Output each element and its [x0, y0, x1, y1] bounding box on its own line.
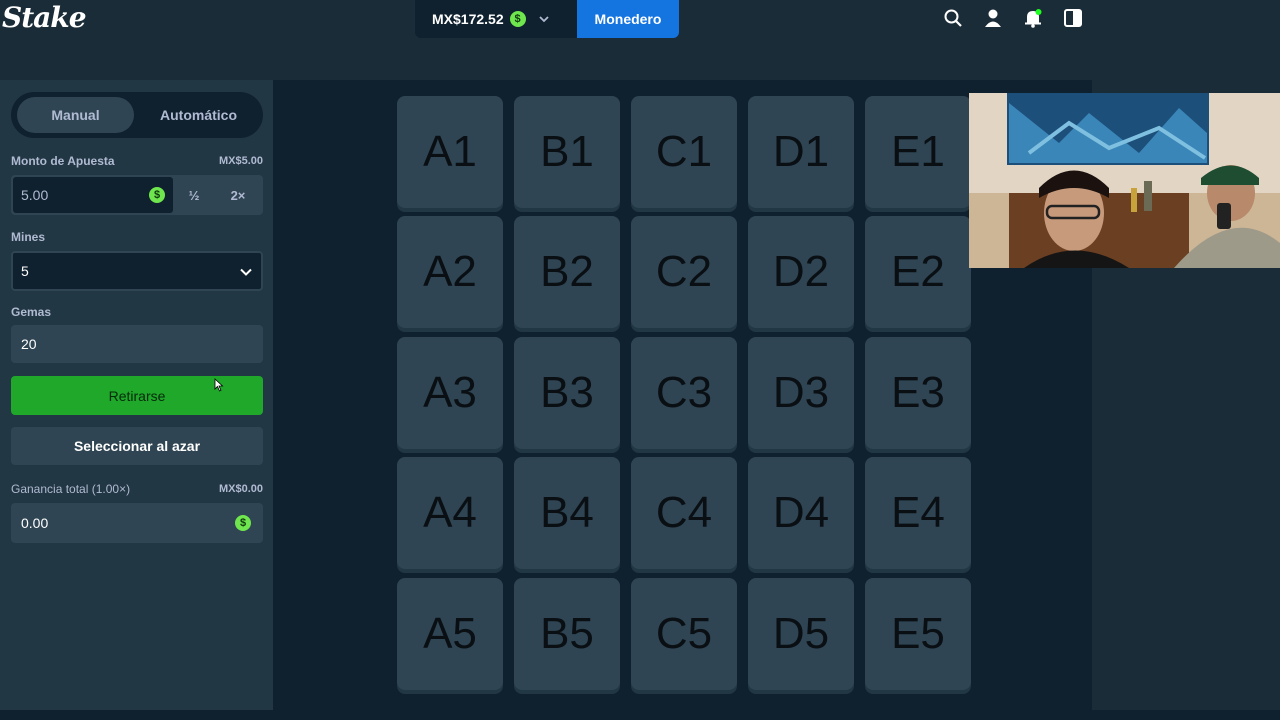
top-header: Stake MX$172.52 $ Monedero — [0, 0, 1280, 38]
mine-tile[interactable]: C2 — [631, 216, 737, 328]
coin-icon: $ — [509, 11, 526, 27]
chevron-down-icon — [538, 16, 549, 23]
mine-tile[interactable]: C1 — [631, 96, 737, 208]
mine-tile[interactable]: A4 — [397, 457, 503, 569]
mouse-cursor-icon — [214, 378, 224, 392]
bottom-bar — [0, 710, 1280, 720]
cashout-button[interactable]: Retirarse — [11, 376, 263, 415]
mine-tile[interactable]: D2 — [748, 216, 854, 328]
mine-tile[interactable]: E2 — [865, 216, 971, 328]
mine-tile[interactable]: C5 — [631, 578, 737, 690]
mine-tile[interactable]: C3 — [631, 337, 737, 449]
double-bet-button[interactable]: 2× — [216, 175, 260, 215]
balance-amount: MX$172.52 — [432, 11, 504, 27]
bet-amount-input[interactable]: 5.00 $ — [13, 177, 173, 213]
half-bet-button[interactable]: ½ — [172, 175, 216, 215]
mine-tile[interactable]: A3 — [397, 337, 503, 449]
mine-tile[interactable]: B2 — [514, 216, 620, 328]
webcam-overlay — [969, 93, 1280, 268]
chevron-down-icon — [240, 268, 252, 276]
total-profit-field: 0.00 $ — [11, 503, 263, 543]
tab-manual[interactable]: Manual — [17, 97, 134, 133]
mines-value: 5 — [21, 263, 29, 279]
total-profit-label: Ganancia total (1.00×) — [11, 482, 131, 496]
mine-tile[interactable]: E1 — [865, 96, 971, 208]
mine-tile[interactable]: E3 — [865, 337, 971, 449]
random-pick-button[interactable]: Seleccionar al azar — [11, 427, 263, 465]
mine-tile[interactable]: A5 — [397, 578, 503, 690]
user-icon[interactable] — [982, 7, 1004, 29]
notification-icon[interactable] — [1022, 7, 1044, 29]
mine-tile[interactable]: D1 — [748, 96, 854, 208]
mine-tile[interactable]: D4 — [748, 457, 854, 569]
wallet-button[interactable]: Monedero — [577, 0, 679, 38]
gems-label: Gemas — [11, 305, 52, 319]
mines-select[interactable]: 5 — [11, 251, 263, 291]
tab-automatic[interactable]: Automático — [140, 97, 257, 133]
bet-amount-currency: MX$5.00 — [218, 155, 263, 167]
mine-tile[interactable]: D3 — [748, 337, 854, 449]
mine-tile[interactable]: A2 — [397, 216, 503, 328]
mine-tile[interactable]: A1 — [397, 96, 503, 208]
bet-amount-label: Monto de Apuesta — [11, 154, 115, 168]
mine-tile[interactable]: B4 — [514, 457, 620, 569]
mine-tile[interactable]: C4 — [631, 457, 737, 569]
mine-tile[interactable]: B3 — [514, 337, 620, 449]
stake-logo[interactable]: Stake — [2, 0, 87, 38]
total-profit-value: 0.00 — [21, 515, 49, 531]
gems-field: 20 — [11, 325, 263, 363]
search-icon[interactable] — [942, 7, 964, 29]
coin-icon: $ — [235, 515, 251, 531]
sidebar-toggle-icon[interactable] — [1062, 7, 1084, 29]
mine-tile[interactable]: E5 — [865, 578, 971, 690]
mine-tile[interactable]: B1 — [514, 96, 620, 208]
mode-toggle: Manual Automático — [11, 92, 263, 138]
bet-amount-group: 5.00 $ ½ 2× — [11, 175, 263, 215]
total-profit-currency: MX$0.00 — [218, 483, 263, 495]
bet-amount-value: 5.00 — [21, 187, 49, 203]
mines-label: Mines — [11, 230, 46, 244]
mine-tile[interactable]: D5 — [748, 578, 854, 690]
mine-tile[interactable]: E4 — [865, 457, 971, 569]
coin-icon: $ — [149, 187, 165, 203]
mine-tile[interactable]: B5 — [514, 578, 620, 690]
webcam-image — [969, 93, 1280, 268]
balance-selector[interactable]: MX$172.52 $ — [415, 0, 577, 38]
